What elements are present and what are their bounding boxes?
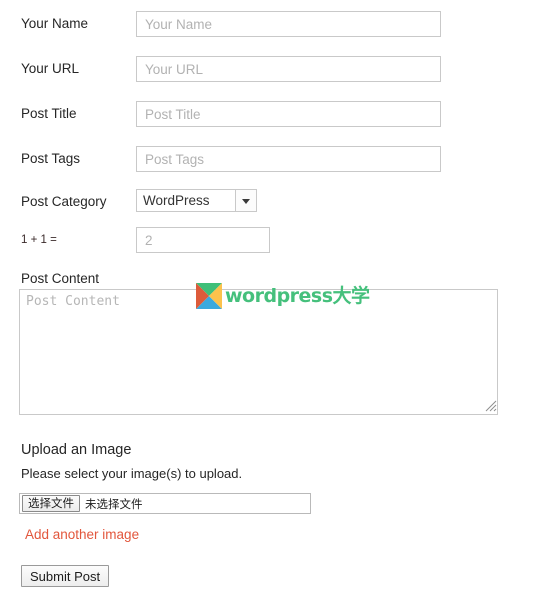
form-row-post-category: Post Category WordPress: [0, 189, 553, 215]
post-tags-input[interactable]: [136, 146, 441, 172]
label-your-url: Your URL: [21, 61, 80, 76]
post-category-select[interactable]: WordPress: [136, 189, 257, 212]
post-title-input[interactable]: [136, 101, 441, 127]
post-submission-form: Your Name Your URL Post Title Post Tags …: [0, 0, 553, 595]
label-post-content: Post Content: [21, 271, 100, 286]
upload-section-subtitle: Please select your image(s) to upload.: [21, 466, 243, 481]
post-category-dropdown-button[interactable]: [235, 190, 256, 211]
label-your-name: Your Name: [21, 16, 89, 31]
form-row-captcha: 1 + 1 =: [0, 227, 553, 253]
label-post-title: Post Title: [21, 106, 77, 121]
form-row-post-tags: Post Tags: [0, 146, 553, 172]
label-post-tags: Post Tags: [21, 151, 81, 166]
captcha-input[interactable]: [136, 227, 270, 253]
your-name-input[interactable]: [136, 11, 441, 37]
form-row-your-name: Your Name: [0, 11, 553, 37]
submit-post-button[interactable]: Submit Post: [21, 565, 110, 587]
image-file-input[interactable]: 选择文件 未选择文件: [19, 493, 311, 514]
choose-file-button[interactable]: 选择文件: [22, 495, 80, 512]
post-category-selected-value: WordPress: [143, 193, 210, 208]
post-content-textarea[interactable]: [19, 289, 498, 415]
your-url-input[interactable]: [136, 56, 441, 82]
chevron-down-icon: [242, 198, 250, 204]
form-row-your-url: Your URL: [0, 56, 553, 82]
add-another-image-link[interactable]: Add another image: [25, 526, 139, 543]
label-post-category: Post Category: [21, 194, 107, 209]
upload-section-title: Upload an Image: [21, 442, 132, 458]
selected-file-status: 未选择文件: [85, 496, 143, 511]
form-row-post-title: Post Title: [0, 101, 553, 127]
label-captcha: 1 + 1 =: [21, 234, 57, 246]
